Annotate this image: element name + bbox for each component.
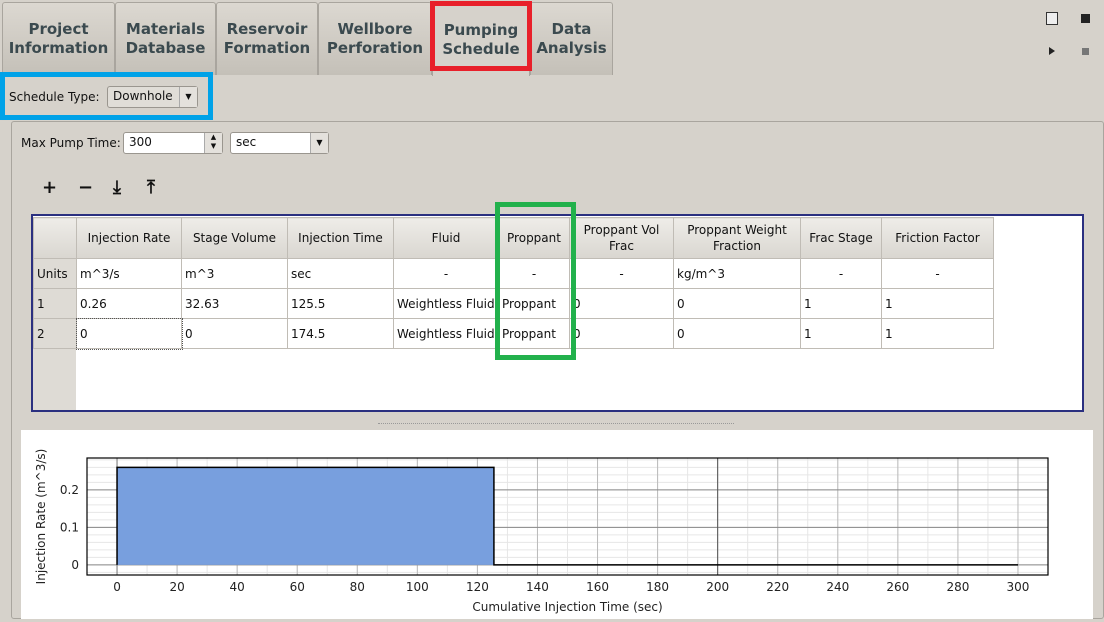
y-tick-label: 0 bbox=[71, 558, 79, 572]
unit-value: sec bbox=[236, 135, 257, 149]
max-pump-value: 300 bbox=[129, 135, 152, 149]
x-tick-label: 140 bbox=[526, 580, 549, 594]
import-icon[interactable]: ⤓ bbox=[113, 177, 121, 198]
table-cell[interactable]: 125.5 bbox=[287, 288, 394, 319]
pumping-schedule-table: Injection Rate Stage Volume Injection Time… bbox=[33, 217, 994, 350]
table-cell[interactable]: m^3 bbox=[181, 258, 288, 289]
table-cell[interactable]: Weightless Fluid bbox=[393, 318, 499, 349]
table-cell[interactable]: 0 bbox=[673, 318, 801, 349]
max-pump-label: Max Pump Time: bbox=[21, 136, 121, 150]
column-header[interactable]: Injection Rate bbox=[76, 217, 182, 259]
step-area bbox=[117, 467, 494, 565]
x-tick-label: 220 bbox=[766, 580, 789, 594]
add-icon[interactable]: + bbox=[42, 177, 57, 198]
table-cell[interactable]: 1 bbox=[800, 288, 882, 319]
row-header-strip bbox=[33, 348, 76, 410]
row-header[interactable]: Units bbox=[33, 258, 77, 289]
schedule-type-select[interactable]: Downhole ▼ bbox=[107, 86, 198, 108]
remove-icon[interactable]: − bbox=[78, 177, 93, 198]
x-tick-label: 0 bbox=[113, 580, 121, 594]
save-icon[interactable] bbox=[1081, 14, 1090, 23]
x-tick-label: 240 bbox=[826, 580, 849, 594]
x-tick-label: 180 bbox=[646, 580, 669, 594]
export-icon[interactable]: ⤒ bbox=[147, 177, 155, 198]
x-tick-label: 20 bbox=[169, 580, 184, 594]
table-cell[interactable]: sec bbox=[287, 258, 394, 289]
table-cell[interactable]: 32.63 bbox=[181, 288, 288, 319]
table-cell[interactable]: 0 bbox=[673, 288, 801, 319]
table-cell[interactable]: 1 bbox=[881, 288, 994, 319]
x-tick-label: 100 bbox=[406, 580, 429, 594]
x-tick-label: 280 bbox=[946, 580, 969, 594]
column-header[interactable]: Proppant Weight Fraction bbox=[673, 217, 801, 259]
tab-data-analysis[interactable]: Data Analysis bbox=[530, 2, 613, 75]
row-header[interactable]: 2 bbox=[33, 318, 77, 349]
tab-reservoir-formation[interactable]: Reservoir Formation bbox=[216, 2, 318, 75]
table-cell[interactable]: 0 bbox=[181, 318, 288, 349]
table-cell[interactable]: Proppant bbox=[498, 288, 570, 319]
x-tick-label: 200 bbox=[706, 580, 729, 594]
table-cell[interactable]: kg/m^3 bbox=[673, 258, 801, 289]
table-cell[interactable]: - bbox=[569, 258, 674, 289]
run-icon[interactable] bbox=[1049, 47, 1055, 55]
table-cell[interactable]: - bbox=[393, 258, 499, 289]
column-header[interactable]: Stage Volume bbox=[181, 217, 288, 259]
corner-cell bbox=[33, 217, 77, 259]
x-tick-label: 80 bbox=[350, 580, 365, 594]
table-cell[interactable]: 0 bbox=[569, 318, 674, 349]
table-cell[interactable]: - bbox=[800, 258, 882, 289]
table-cell[interactable]: - bbox=[881, 258, 994, 289]
table-row: Units m^3/s m^3 sec - - - kg/m^3- - bbox=[33, 258, 994, 289]
spin-buttons[interactable]: ▲ ▼ bbox=[204, 133, 222, 153]
table-cell[interactable]: Proppant bbox=[498, 318, 570, 349]
new-file-icon[interactable] bbox=[1046, 12, 1058, 25]
tab-materials-database[interactable]: Materials Database bbox=[115, 2, 216, 75]
table-cell[interactable]: - bbox=[498, 258, 570, 289]
table-cell[interactable]: 0 bbox=[75, 317, 183, 350]
table-cell[interactable]: Weightless Fluid bbox=[393, 288, 499, 319]
x-tick-label: 300 bbox=[1007, 580, 1030, 594]
table-cell[interactable]: 1 bbox=[800, 318, 882, 349]
x-tick-label: 160 bbox=[586, 580, 609, 594]
injection-rate-chart: 0 20 40 60 80 100 120 140 160 180 200 220 240 260 280 3… bbox=[34, 449, 1049, 614]
table-row: 1 0.26 32.63 125.5 Weightless Fluid Proppant 0… bbox=[33, 288, 994, 319]
unit-select[interactable]: sec ▼ bbox=[230, 132, 329, 154]
table-cell[interactable]: m^3/s bbox=[76, 258, 182, 289]
x-tick-label: 260 bbox=[886, 580, 909, 594]
max-pump-input[interactable]: 300 ▲ ▼ bbox=[123, 132, 223, 154]
table-cell[interactable]: 0 bbox=[569, 288, 674, 319]
tab-project-information[interactable]: Project Information bbox=[2, 2, 115, 75]
column-header[interactable]: Proppant bbox=[498, 217, 570, 259]
chevron-down-icon: ▼ bbox=[310, 133, 328, 153]
row-header[interactable]: 1 bbox=[33, 288, 77, 319]
schedule-type-value: Downhole bbox=[113, 89, 173, 103]
y-axis-label: Injection Rate (m^3/s) bbox=[34, 449, 48, 585]
column-header[interactable]: Friction Factor bbox=[881, 217, 994, 259]
x-tick-label: 120 bbox=[466, 580, 489, 594]
x-tick-label: 40 bbox=[230, 580, 245, 594]
y-tick-label: 0.1 bbox=[60, 520, 79, 534]
y-tick-label: 0.2 bbox=[60, 483, 79, 497]
column-header[interactable]: Frac Stage bbox=[800, 217, 882, 259]
table-cell[interactable]: 1 bbox=[881, 318, 994, 349]
column-header[interactable]: Proppant Vol Frac bbox=[569, 217, 674, 259]
x-axis-label: Cumulative Injection Time (sec) bbox=[472, 600, 662, 614]
column-header[interactable]: Injection Time bbox=[287, 217, 394, 259]
chart-area: 0 20 40 60 80 100 120 140 160 180 200 220 240 260 280 3… bbox=[21, 430, 1093, 619]
table-row: 2 0 0 174.5 Weightless Fluid Proppant 0 0 1 1 bbox=[33, 317, 994, 350]
tab-pumping-schedule[interactable]: Pumping Schedule bbox=[432, 2, 530, 76]
column-header[interactable]: Fluid bbox=[393, 217, 499, 259]
table-cell[interactable]: 174.5 bbox=[287, 318, 394, 349]
table-cell[interactable]: 0.26 bbox=[76, 288, 182, 319]
tab-wellbore-perforation[interactable]: Wellbore Perforation bbox=[318, 2, 432, 75]
schedule-type-label: Schedule Type: bbox=[9, 90, 100, 104]
stop-icon[interactable] bbox=[1082, 48, 1089, 55]
x-tick-label: 60 bbox=[290, 580, 305, 594]
splitter-handle[interactable] bbox=[378, 423, 734, 426]
chevron-down-icon: ▼ bbox=[179, 87, 197, 107]
